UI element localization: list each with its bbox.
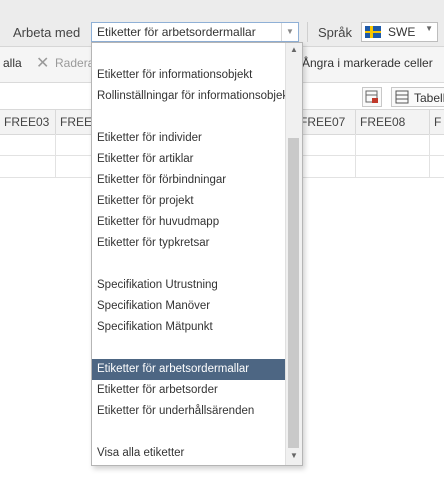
scrollbar-thumb[interactable] bbox=[288, 138, 299, 448]
table-cell[interactable] bbox=[56, 134, 96, 155]
dropdown-item-selected[interactable]: Etiketter för arbetsordermallar bbox=[92, 359, 287, 380]
dropdown-item[interactable]: Etiketter för underhållsärenden bbox=[92, 401, 287, 422]
work-with-label: Arbeta med bbox=[13, 25, 81, 40]
work-with-value: Etiketter för arbetsordermallar bbox=[97, 25, 256, 39]
dropdown-item[interactable]: Etiketter för artiklar bbox=[92, 149, 287, 170]
table-cell[interactable] bbox=[56, 156, 96, 177]
table-cell[interactable] bbox=[296, 134, 356, 155]
delete-button[interactable]: Radera bbox=[55, 56, 94, 70]
dropdown-item[interactable]: Etiketter för huvudmapp bbox=[92, 212, 287, 233]
dropdown-item[interactable]: Specifikation Utrustning bbox=[92, 275, 287, 296]
column-header[interactable]: FREE07 bbox=[296, 110, 356, 134]
language-value: SWE bbox=[388, 25, 416, 39]
chevron-down-icon[interactable]: ▼ bbox=[425, 24, 433, 33]
dropdown-item[interactable]: Rollinställningar för informationsobjekt bbox=[92, 86, 291, 107]
dropdown-item[interactable]: Specifikation Manöver bbox=[92, 296, 287, 317]
table-button-label: Tabell bbox=[414, 91, 444, 105]
dropdown-item[interactable]: Visa alla etiketter bbox=[92, 443, 287, 464]
table-cell[interactable] bbox=[296, 156, 356, 177]
dropdown-item[interactable]: Etiketter för typkretsar bbox=[92, 233, 287, 254]
dropdown-scrollbar[interactable]: ▲ ▼ bbox=[285, 43, 302, 465]
grid-settings-icon[interactable] bbox=[362, 87, 382, 107]
top-toolbar: Arbeta med Etiketter för arbetsordermall… bbox=[0, 0, 444, 47]
language-label: Språk bbox=[318, 25, 352, 40]
column-header[interactable]: FREE08 bbox=[356, 110, 430, 134]
column-header[interactable]: F bbox=[430, 110, 444, 134]
column-header[interactable]: FREE0 bbox=[56, 110, 99, 134]
sweden-flag-icon bbox=[365, 26, 381, 38]
table-cell[interactable] bbox=[356, 156, 430, 177]
dropdown-item[interactable]: Etiketter för förbindningar bbox=[92, 170, 287, 191]
table-cell[interactable] bbox=[356, 134, 430, 155]
dropdown-item[interactable]: Etiketter för arbetsorder bbox=[92, 380, 287, 401]
dropdown-item[interactable]: Etiketter för individer bbox=[92, 128, 287, 149]
select-all-button[interactable]: alla bbox=[3, 56, 22, 70]
undo-selected-button[interactable]: Ångra i markerade celler bbox=[302, 56, 433, 70]
dropdown-item[interactable]: Etiketter för informationsobjekt bbox=[92, 65, 287, 86]
table-button[interactable]: Tabell bbox=[391, 87, 444, 107]
delete-icon: ✕ bbox=[36, 55, 50, 72]
scroll-down-icon[interactable]: ▼ bbox=[286, 451, 302, 460]
table-cell[interactable] bbox=[0, 134, 56, 155]
language-select[interactable]: SWE ▼ bbox=[361, 22, 438, 42]
chevron-down-icon[interactable]: ▼ bbox=[281, 23, 298, 41]
column-header[interactable]: FREE03 bbox=[0, 110, 56, 134]
work-with-dropdown: Etiketter för informationsobjekt Rollins… bbox=[91, 42, 303, 466]
table-cell[interactable] bbox=[0, 156, 56, 177]
dropdown-item[interactable]: Etiketter för projekt bbox=[92, 191, 287, 212]
dropdown-item[interactable]: Specifikation Mätpunkt bbox=[92, 317, 287, 338]
scroll-up-icon[interactable]: ▲ bbox=[286, 45, 302, 54]
divider bbox=[307, 22, 308, 42]
work-with-select[interactable]: Etiketter för arbetsordermallar ▼ bbox=[91, 22, 299, 42]
